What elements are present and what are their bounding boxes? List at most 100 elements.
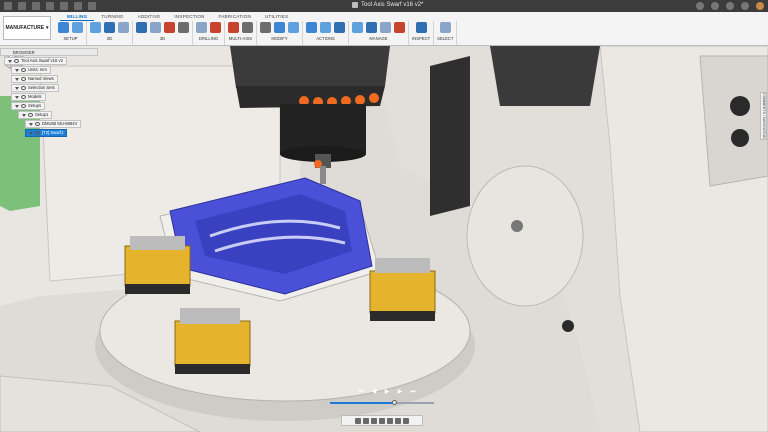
help-icon[interactable] (741, 2, 749, 10)
hole-recognition-icon[interactable] (210, 22, 221, 33)
browser-node[interactable]: Setups (0, 102, 100, 110)
browser-node-label: DMU65 MU-8684V (42, 121, 78, 126)
3d-adaptive-icon[interactable] (136, 22, 147, 33)
face-icon[interactable] (118, 22, 129, 33)
measure-icon[interactable] (415, 22, 427, 33)
post-library-icon[interactable] (394, 22, 405, 33)
file-menu-icon[interactable] (32, 2, 40, 10)
delete-icon[interactable] (274, 22, 285, 33)
browser-node[interactable]: Setup1 (0, 111, 100, 119)
browser-node[interactable]: Units: mm (0, 66, 100, 74)
tool-library-icon[interactable] (352, 22, 363, 33)
browser-header[interactable]: BROWSER (0, 48, 98, 56)
viewports-icon[interactable] (403, 417, 409, 424)
grid-menu-icon[interactable] (18, 2, 26, 10)
tab-inspection[interactable]: INSPECTION (167, 13, 211, 21)
visibility-eye-icon[interactable] (21, 86, 26, 90)
ribbon-group-label[interactable]: ACTIONS (316, 36, 335, 41)
visibility-eye-icon[interactable] (21, 68, 26, 72)
post-process-icon[interactable] (320, 22, 331, 33)
expand-triangle-icon[interactable] (29, 122, 33, 126)
pin-icon[interactable] (288, 22, 299, 33)
tab-fabrication[interactable]: FABRICATION (212, 13, 259, 21)
browser-node[interactable]: Named Views (0, 75, 100, 83)
visibility-eye-icon[interactable] (21, 104, 26, 108)
avatar[interactable] (756, 2, 764, 10)
3d-pocket-icon[interactable] (150, 22, 161, 33)
ribbon-group-label[interactable]: MODIFY (271, 36, 287, 41)
next-icon[interactable]: ▶ (397, 389, 404, 396)
generate-icon[interactable] (334, 22, 345, 33)
browser-node[interactable]: Tool Axis Swarf v16 v2 (0, 57, 100, 65)
extensions-icon[interactable] (711, 2, 719, 10)
visibility-eye-icon[interactable] (14, 59, 19, 63)
visibility-eye-icon[interactable] (35, 122, 40, 126)
tab-turning[interactable]: TURNING (94, 13, 130, 21)
ribbon-group-label[interactable]: SETUP (64, 36, 78, 41)
browser-node[interactable]: Models (0, 93, 100, 101)
visibility-eye-icon[interactable] (35, 131, 40, 135)
expand-triangle-icon[interactable] (22, 113, 26, 117)
browser-node[interactable]: DMU65 MU-8684V (0, 120, 100, 128)
2d-adaptive-icon[interactable] (90, 22, 101, 33)
templates-icon[interactable] (366, 22, 377, 33)
scissors-icon[interactable] (260, 22, 271, 33)
timeline-scrubber[interactable] (330, 400, 434, 405)
browser-node[interactable]: Selection Sets (0, 84, 100, 92)
grid-icon[interactable] (395, 417, 401, 424)
expand-triangle-icon[interactable] (15, 77, 19, 81)
visibility-eye-icon[interactable] (28, 113, 33, 117)
ribbon-group-label[interactable]: MANAGE (369, 36, 387, 41)
expand-triangle-icon[interactable] (15, 86, 19, 90)
first-icon[interactable]: ⏮ (358, 389, 365, 396)
home-icon[interactable] (88, 2, 96, 10)
setup-folder-icon[interactable] (58, 22, 69, 33)
expand-triangle-icon[interactable] (15, 104, 19, 108)
machine-library-icon[interactable] (380, 22, 391, 33)
notifications-icon[interactable] (726, 2, 734, 10)
ribbon-group-label[interactable]: MULTI-AXIS (229, 36, 252, 41)
previous-icon[interactable]: ◀ (371, 389, 378, 396)
expand-triangle-icon[interactable] (29, 131, 33, 135)
app-menu-icon[interactable] (4, 2, 12, 10)
last-icon[interactable]: ⏭ (410, 389, 417, 396)
swarf-icon[interactable] (228, 22, 239, 33)
rotary-icon[interactable] (242, 22, 253, 33)
tab-additive[interactable]: ADDITIVE (131, 13, 168, 21)
document-tab[interactable]: Tool Axis Swarf v16 v2* (352, 2, 423, 8)
ribbon-group-label[interactable]: INSPECT (412, 36, 430, 41)
comments-navigation-bar[interactable]: COMMENTS / NAVIGATION (760, 92, 767, 140)
ribbon-group-label[interactable]: DRILLING (199, 36, 218, 41)
tab-milling[interactable]: MILLING (60, 13, 95, 21)
add-tab-icon[interactable] (696, 2, 704, 10)
flow-icon[interactable] (178, 22, 189, 33)
expand-triangle-icon[interactable] (8, 59, 12, 63)
machine-slot (430, 56, 470, 216)
workspace-switcher[interactable]: MANUFACTURE ▾ (3, 16, 51, 40)
ribbon-group-label[interactable]: 2D (107, 36, 112, 41)
simulate-icon[interactable] (306, 22, 317, 33)
setup-sheet-icon[interactable] (72, 22, 83, 33)
2d-pocket-icon[interactable] (104, 22, 115, 33)
expand-triangle-icon[interactable] (15, 95, 19, 99)
save-icon[interactable] (46, 2, 54, 10)
undo-icon[interactable] (60, 2, 68, 10)
pan-icon[interactable] (363, 417, 369, 424)
zoom-icon[interactable] (371, 417, 377, 424)
orbit-icon[interactable] (355, 417, 361, 424)
display-settings-icon[interactable] (387, 417, 393, 424)
play-icon[interactable]: ▶ (384, 389, 391, 396)
drill-icon[interactable] (196, 22, 207, 33)
visibility-eye-icon[interactable] (21, 77, 26, 81)
canvas-viewport[interactable] (0, 46, 768, 432)
redo-icon[interactable] (74, 2, 82, 10)
select-arrow-icon[interactable] (439, 22, 451, 33)
ribbon-group-label[interactable]: SELECT (437, 36, 453, 41)
expand-triangle-icon[interactable] (15, 68, 19, 72)
browser-node[interactable]: [T2] Swarf1 (0, 129, 100, 137)
fit-icon[interactable] (379, 417, 385, 424)
steep-shallow-icon[interactable] (164, 22, 175, 33)
visibility-eye-icon[interactable] (21, 95, 26, 99)
tab-utilities[interactable]: UTILITIES (258, 13, 295, 21)
ribbon-group-label[interactable]: 3D (160, 36, 165, 41)
